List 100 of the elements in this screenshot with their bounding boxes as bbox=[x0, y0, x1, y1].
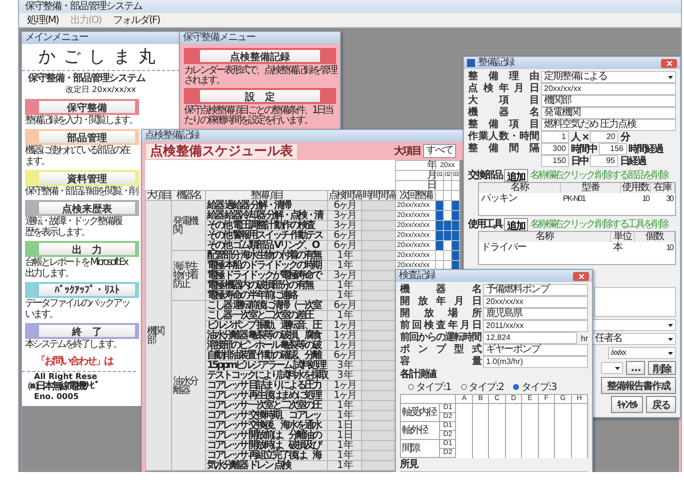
input-field[interactable]: 2011/xx/xx bbox=[483, 320, 588, 332]
table-cell-text: 本 bbox=[612, 242, 624, 253]
table-cell-text: ドライバー bbox=[480, 242, 528, 253]
dropdown[interactable] bbox=[601, 362, 623, 374]
radio-option[interactable]: タイプ:3 bbox=[513, 381, 556, 393]
table-cell: 海洋生物付着防止 bbox=[172, 250, 206, 300]
input-field[interactable]: 1.0(m3/hr) bbox=[483, 356, 588, 368]
revision-date: 改定日 20xx/xx/xx bbox=[65, 85, 137, 96]
table-cell: 1 日 bbox=[328, 430, 362, 440]
input-field[interactable]: 156 bbox=[598, 143, 626, 155]
unit-label: 時間中 bbox=[571, 142, 596, 156]
input-field[interactable]: 予備燃料ポンプ bbox=[483, 284, 588, 296]
menu-button[interactable]: 出 力 bbox=[25, 241, 139, 257]
table-cell: 1ヶ月 bbox=[328, 330, 362, 340]
input-field[interactable]: ギヤーポンプ bbox=[483, 344, 588, 356]
input-field[interactable]: 12,824 bbox=[483, 332, 577, 344]
menu-description: カレンダー表形式で、点検整備記録を管理されます。 bbox=[184, 66, 336, 86]
report-button[interactable]: 整備報告書作成 bbox=[601, 377, 676, 394]
input-field[interactable]: 20xx/xx/xx bbox=[483, 296, 588, 308]
close-button[interactable] bbox=[661, 58, 677, 68]
input-field[interactable]: 発電機関 bbox=[541, 107, 676, 119]
table-cell: 機関部 bbox=[146, 200, 172, 470]
cancel-button[interactable]: ｷｬﾝｾﾙ bbox=[611, 396, 643, 413]
table-cell: コアレッサ 開放前は、分離油の bbox=[206, 430, 328, 440]
add-button[interactable]: 追加 bbox=[504, 169, 528, 182]
back-button[interactable]: 戻る bbox=[646, 396, 676, 413]
table-cell: 6ヶ月 bbox=[328, 350, 362, 360]
menu-button[interactable]: ﾊﾞｯｸｱｯﾌﾟ・ﾘｽﾄ bbox=[25, 282, 139, 298]
dropdown[interactable]: 任者名 bbox=[592, 333, 676, 345]
table-header: 次回整備 bbox=[396, 190, 436, 200]
table-cell-text: 10 bbox=[641, 193, 650, 204]
system-name: 保守整備・部品管理システム bbox=[26, 71, 146, 85]
input-field[interactable]: 鹿児島県 bbox=[483, 308, 588, 320]
input-field[interactable]: 1 bbox=[541, 131, 569, 143]
window-title: 点検整備記録 bbox=[145, 130, 199, 142]
close-icon bbox=[666, 60, 672, 66]
section-label: 交換部品 bbox=[468, 170, 502, 182]
table-cell: その他 ゴム類部品 Vリング、O bbox=[206, 240, 328, 250]
field-label: 整備間隔 bbox=[468, 143, 538, 155]
field-label: 機器名 bbox=[468, 107, 538, 118]
radio-option[interactable]: タイプ:1 bbox=[408, 381, 451, 393]
table-cell: コアレッサ 交換後、海水を通水 bbox=[206, 420, 328, 430]
table-cell: 油水分離器 bbox=[172, 300, 206, 470]
table-cell: 3ヶ月 bbox=[328, 210, 362, 220]
table-header: 時間間隔 bbox=[362, 190, 396, 200]
table-cell: コアレッサ 目詰まりによる圧力 bbox=[206, 380, 328, 390]
table-cell: コアレッサ 開放時は、破損及び bbox=[206, 440, 328, 450]
menu-button[interactable]: 設 定 bbox=[184, 88, 336, 104]
table-header: 大項目 bbox=[146, 190, 172, 200]
menu-description: 歴を表示します。 bbox=[25, 228, 90, 238]
delete-button[interactable]: 削除 bbox=[648, 361, 676, 375]
table-cell: 軸外径 bbox=[400, 422, 440, 440]
table-cell: 1ヶ月 bbox=[328, 320, 362, 330]
close-button[interactable] bbox=[573, 272, 589, 280]
input-field[interactable]: 150 bbox=[541, 155, 569, 167]
section-label: 各計測値 bbox=[400, 369, 438, 381]
input-field[interactable]: 機関部 bbox=[541, 95, 676, 107]
field-label: 開放年月日 bbox=[400, 296, 480, 308]
input-field[interactable]: 300 bbox=[541, 143, 569, 155]
column-header: 型番 bbox=[561, 183, 621, 193]
unit-label: 時間経過 bbox=[628, 142, 662, 156]
radio-option[interactable]: タイプ:2 bbox=[460, 381, 504, 393]
caret-icon bbox=[615, 366, 620, 370]
table-header: 日 bbox=[396, 180, 436, 190]
menu-button[interactable]: 資料管理 bbox=[25, 170, 139, 186]
menu-description: 本システムを終了します。 bbox=[25, 340, 122, 350]
menu-button[interactable]: 部品管理 bbox=[25, 129, 139, 145]
dropdown[interactable]: 定期整備による bbox=[541, 71, 676, 83]
menu-item[interactable]: 処理(M) bbox=[27, 13, 58, 27]
table-cell: 6ヶ月 bbox=[328, 300, 362, 310]
menu-item[interactable]: フォルダ(F) bbox=[113, 13, 160, 27]
table-cell: 3ヶ月 bbox=[328, 220, 362, 230]
table-cell: こし器 運転前後に清掃（一次室 bbox=[206, 300, 328, 310]
menu-button[interactable]: 点検整備記録 bbox=[184, 48, 336, 64]
table-header: 月 bbox=[396, 170, 436, 180]
close-icon bbox=[578, 274, 584, 278]
filter-dropdown[interactable]: すべて bbox=[423, 144, 456, 158]
menu-button[interactable]: 保守整備 bbox=[25, 99, 139, 115]
field-label: ポンプ型式 bbox=[400, 344, 480, 355]
table-cell: 給器 給器冷却器 分解・点検・清 bbox=[206, 210, 328, 220]
input-field[interactable]: 20 bbox=[590, 131, 618, 143]
table-cell: 油水分離器 亀裂等の破損、腐食 bbox=[206, 330, 328, 340]
menu-description: ます。 bbox=[25, 157, 50, 167]
footer-text: All Right Rese bbox=[34, 372, 98, 381]
window-title: 保守整備・部品管理システム bbox=[25, 0, 142, 12]
unit-label: 日経過 bbox=[620, 154, 646, 168]
table-cell: 1 日 bbox=[328, 420, 362, 430]
input-field[interactable]: 燃料空気だめ 圧力点検 bbox=[541, 119, 676, 131]
column-header: 在庫 bbox=[651, 183, 675, 193]
browse-button[interactable]: … bbox=[626, 361, 645, 375]
input-field[interactable]: 95 bbox=[590, 155, 618, 167]
menu-description: 出力します。 bbox=[25, 269, 74, 279]
dropdown[interactable]: /xx/xx bbox=[608, 347, 676, 359]
input-field[interactable]: 20xx/xx/xx bbox=[541, 83, 676, 95]
menu-button[interactable]: 終 了 bbox=[25, 323, 139, 339]
table-cell: コアレッサ 一次室と二次室の圧 bbox=[206, 400, 328, 410]
unit-label: 人 × bbox=[571, 130, 588, 144]
menu-button[interactable]: 点検来歴表 bbox=[25, 200, 139, 216]
add-button[interactable]: 追加 bbox=[504, 218, 528, 231]
caret-icon bbox=[668, 338, 673, 340]
